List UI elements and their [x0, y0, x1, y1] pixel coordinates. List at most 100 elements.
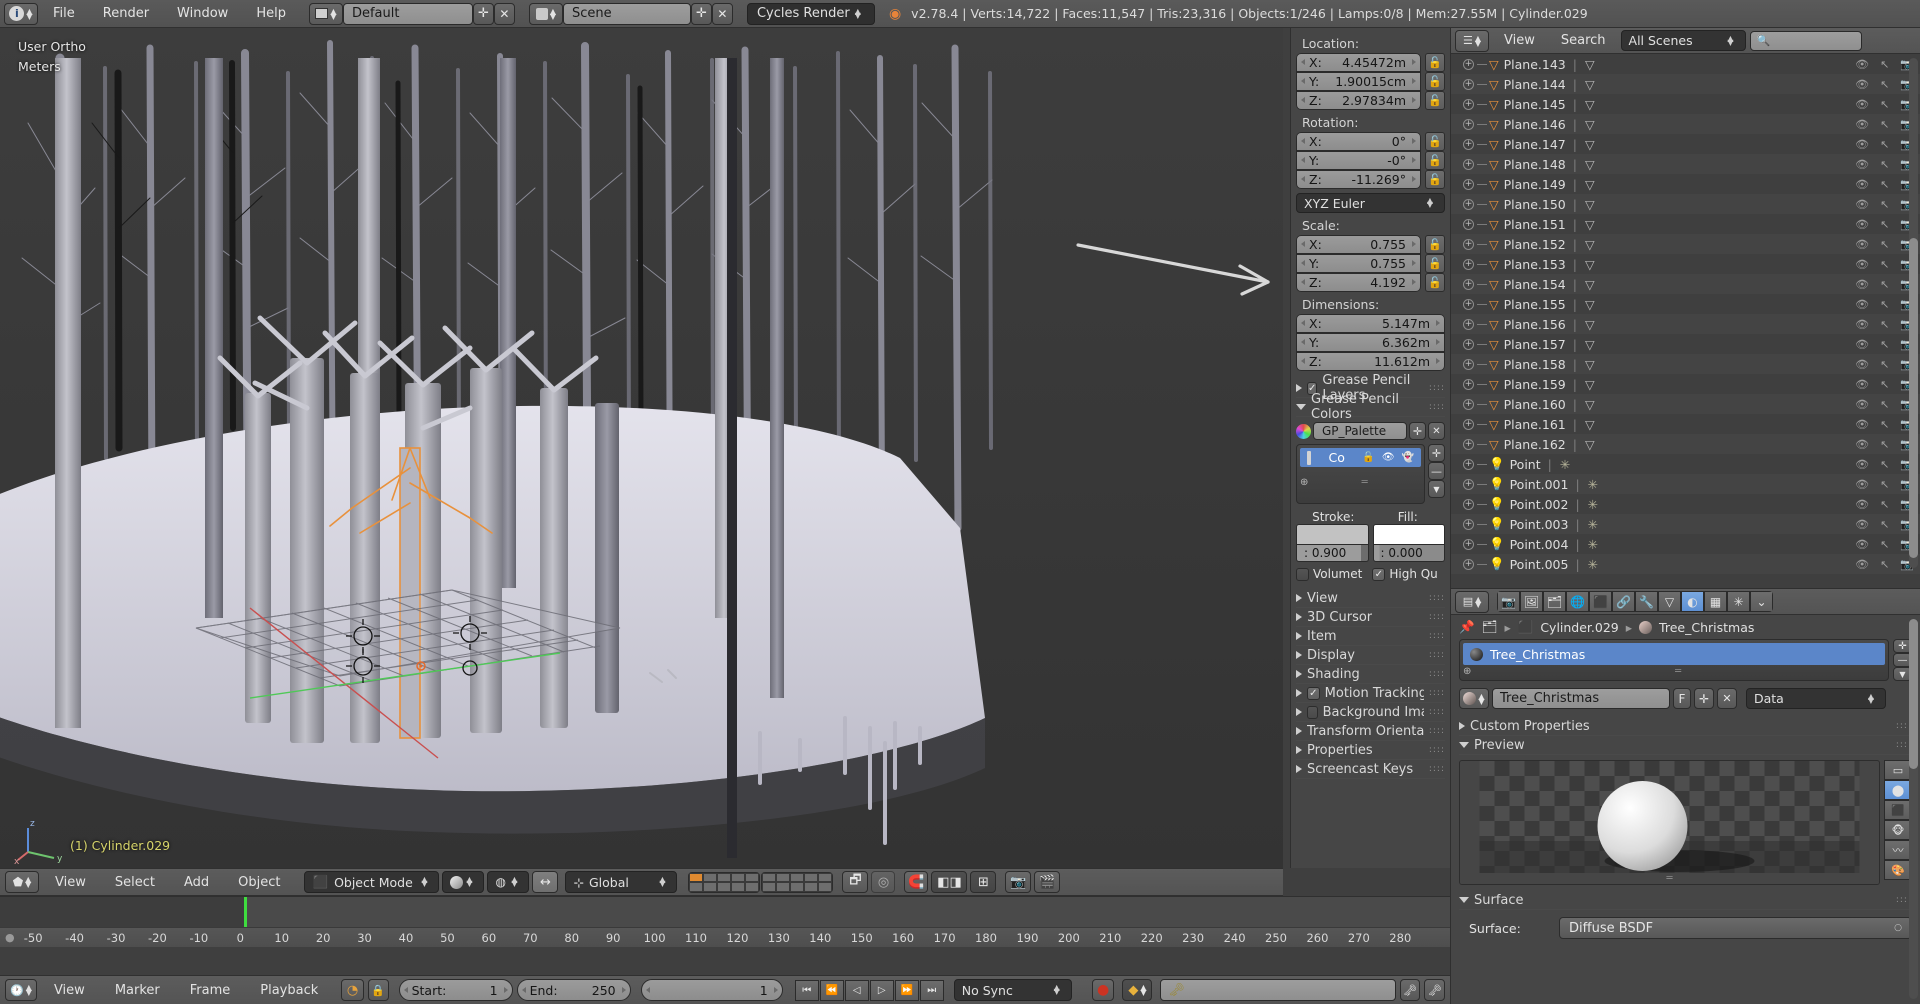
eye-icon[interactable]: 👁 — [1855, 178, 1869, 191]
panel-checkbox[interactable]: ✓ — [1307, 686, 1320, 700]
cursor-icon[interactable]: ↖ — [1880, 98, 1889, 111]
panel-motion-tracking[interactable]: ✓ Motion Tracking:::: — [1296, 684, 1445, 703]
mesh-data-icon[interactable]: ▽ — [1585, 337, 1595, 352]
next-keyframe-icon[interactable]: ⏩ — [894, 979, 919, 1001]
panel-surface[interactable]: Surface :::: — [1459, 891, 1912, 910]
properties-tab-material-icon[interactable]: ◐ — [1681, 591, 1704, 612]
gp-color-entry[interactable]: Co 🔓 👁 👻 — [1300, 448, 1421, 467]
eye-icon[interactable]: 👁 — [1855, 238, 1869, 251]
viewport-3d[interactable]: User Ortho Meters (1) Cylinder.029 z y x — [0, 28, 1283, 868]
panel-background-images[interactable]: Background Images:::: — [1296, 703, 1445, 722]
viewport-shading-select[interactable]: ▲ ▼ — [442, 871, 485, 893]
material-preview-render[interactable]: ═ — [1459, 760, 1880, 885]
expand-icon[interactable]: + — [1463, 438, 1474, 450]
outliner-menu-search[interactable]: Search — [1550, 33, 1617, 48]
timeline-menu-frame[interactable]: Frame — [177, 983, 244, 998]
properties-tab-modifiers-icon[interactable]: 🔧 — [1635, 591, 1658, 612]
expand-icon[interactable]: + — [1463, 458, 1474, 470]
expand-icon[interactable]: + — [1463, 338, 1474, 350]
browse-material-button[interactable]: ▲ ▼ — [1459, 688, 1489, 709]
add-palette-button[interactable]: ✛ — [1409, 422, 1426, 440]
lock-scale-x-icon[interactable]: 🔓 — [1425, 235, 1445, 254]
rotation-z-field[interactable]: Z: -11.269° — [1296, 170, 1421, 189]
outliner-item-plane-148[interactable]: + ▽ Plane.148 | ▽ 👁 ↖ 📷 — [1451, 154, 1920, 174]
expand-icon[interactable]: + — [1463, 238, 1474, 250]
outliner-search-input[interactable]: 🔍 — [1749, 30, 1862, 51]
outliner-item-plane-146[interactable]: + ▽ Plane.146 | ▽ 👁 ↖ 📷 — [1451, 114, 1920, 134]
outliner-menu-view[interactable]: View — [1493, 33, 1546, 48]
properties-tab-constraints-icon[interactable]: 🔗 — [1612, 591, 1635, 612]
cursor-icon[interactable]: ↖ — [1880, 538, 1889, 551]
outliner-item-plane-143[interactable]: + ▽ Plane.143 | ▽ 👁 ↖ 📷 — [1451, 54, 1920, 74]
properties-tab-physics-icon[interactable]: ⌄ — [1750, 591, 1773, 612]
lock-icon[interactable]: 🔒 — [367, 979, 389, 1001]
mesh-data-icon[interactable]: ▽ — [1585, 317, 1595, 332]
dimensions-fields[interactable]: X: 5.147m Y: 6.362m Z: 11.612m — [1296, 314, 1445, 371]
transform-orientation-select[interactable]: ⊹ Global ▲ ▼ — [565, 871, 678, 893]
cursor-icon[interactable]: ↖ — [1880, 78, 1889, 91]
material-slot-row[interactable]: Tree_Christmas — [1463, 643, 1885, 665]
outliner-row-toggles[interactable]: 👁 ↖ 📷 — [1855, 398, 1914, 411]
properties-tab-render-icon[interactable]: 📷 — [1497, 591, 1520, 612]
outliner-display-mode-select[interactable]: All Scenes ▲ ▼ — [1620, 30, 1746, 51]
cursor-icon[interactable]: ↖ — [1880, 458, 1889, 471]
mesh-data-icon[interactable]: ▽ — [1585, 97, 1595, 112]
viewport-menu-add[interactable]: Add — [171, 875, 222, 890]
timeline-strip[interactable]: -50 -40 -30 -20 -10 0 10 20 30 40 50 60 70 80 90 100 110… — [0, 897, 1450, 947]
panel-view[interactable]: View:::: — [1296, 589, 1445, 608]
outliner-item-plane-154[interactable]: + ▽ Plane.154 | ▽ 👁 ↖ 📷 — [1451, 274, 1920, 294]
outliner-row-toggles[interactable]: 👁 ↖ 📷 — [1855, 218, 1914, 231]
mesh-data-icon[interactable]: ▽ — [1585, 217, 1595, 232]
panel-checkbox[interactable] — [1307, 705, 1318, 719]
render-engine-select[interactable]: Cycles Render ▲ ▼ — [746, 2, 875, 25]
palette-name-field[interactable]: GP_Palette — [1313, 422, 1407, 440]
eye-icon[interactable]: 👁 — [1855, 98, 1869, 111]
mesh-data-icon[interactable]: ▽ — [1585, 177, 1595, 192]
snap-magnet-icon[interactable]: 🧲 — [904, 871, 929, 893]
cursor-icon[interactable]: ↖ — [1880, 178, 1889, 191]
outliner-item-point[interactable]: + 💡 Point | ✳ 👁 ↖ 📷 — [1451, 454, 1920, 474]
viewport-menu-view[interactable]: View — [42, 875, 99, 890]
dimensions-x-field[interactable]: X: 5.147m — [1296, 314, 1445, 333]
panel-shading[interactable]: Shading:::: — [1296, 665, 1445, 684]
outliner-item-plane-153[interactable]: + ▽ Plane.153 | ▽ 👁 ↖ 📷 — [1451, 254, 1920, 274]
cursor-icon[interactable]: ↖ — [1880, 318, 1889, 331]
delete-layout-button[interactable]: ✕ — [493, 2, 515, 25]
rotation-mode-select[interactable]: XYZ Euler ▲ ▼ — [1296, 193, 1445, 213]
cursor-icon[interactable]: ↖ — [1880, 218, 1889, 231]
stroke-color-swatch[interactable] — [1296, 524, 1369, 545]
expand-icon[interactable]: + — [1463, 558, 1474, 570]
texture-paint-button[interactable]: ◎ — [871, 871, 896, 893]
location-fields[interactable]: X: 4.45472m Y: 1.90015cm Z: 2.97834m — [1296, 53, 1421, 110]
outliner-row-toggles[interactable]: 👁 ↖ 📷 — [1855, 338, 1914, 351]
outliner-item-plane-150[interactable]: + ▽ Plane.150 | ▽ 👁 ↖ 📷 — [1451, 194, 1920, 214]
dimensions-y-field[interactable]: Y: 6.362m — [1296, 333, 1445, 352]
eye-icon[interactable]: 👁 — [1855, 398, 1869, 411]
outliner-item-plane-160[interactable]: + ▽ Plane.160 | ▽ 👁 ↖ 📷 — [1451, 394, 1920, 414]
cursor-icon[interactable]: ↖ — [1880, 298, 1889, 311]
outliner-item-plane-147[interactable]: + ▽ Plane.147 | ▽ 👁 ↖ 📷 — [1451, 134, 1920, 154]
mesh-data-icon[interactable]: ▽ — [1585, 137, 1595, 152]
eye-icon[interactable]: 👁 — [1855, 478, 1869, 491]
outliner-row-toggles[interactable]: 👁 ↖ 📷 — [1855, 178, 1914, 191]
surface-shader-select[interactable]: Diffuse BSDF ○ — [1559, 917, 1912, 939]
cursor-icon[interactable]: ↖ — [1880, 138, 1889, 151]
outliner-item-plane-159[interactable]: + ▽ Plane.159 | ▽ 👁 ↖ 📷 — [1451, 374, 1920, 394]
editor-type-icon[interactable]: ⬟ ▲ ▼ — [5, 871, 39, 893]
mesh-data-icon[interactable]: ▽ — [1585, 157, 1595, 172]
add-gp-color-button[interactable]: ✛ — [1428, 444, 1445, 462]
outliner-item-plane-158[interactable]: + ▽ Plane.158 | ▽ 👁 ↖ 📷 — [1451, 354, 1920, 374]
preview-type-hair-preview-icon[interactable]: 〰 — [1884, 840, 1912, 860]
expand-icon[interactable]: + — [1463, 518, 1474, 530]
expand-icon[interactable]: + — [1463, 78, 1474, 90]
cursor-icon[interactable]: ↖ — [1880, 158, 1889, 171]
outliner-row-toggles[interactable]: 👁 ↖ 📷 — [1855, 238, 1914, 251]
expand-icon[interactable]: + — [1463, 318, 1474, 330]
expand-icon[interactable]: + — [1463, 278, 1474, 290]
outliner-scrollbar[interactable] — [1909, 58, 1918, 568]
mesh-data-icon[interactable]: ▽ — [1585, 77, 1595, 92]
playback-controls[interactable]: ⏮ ⏪ ◁ ▷ ⏩ ⏭ — [794, 979, 944, 1001]
eye-icon[interactable]: 👁 — [1855, 418, 1869, 431]
info-icon[interactable]: i ▲ ▼ — [4, 2, 38, 25]
preview-type-cube-preview-icon[interactable]: ⬛ — [1884, 800, 1912, 820]
